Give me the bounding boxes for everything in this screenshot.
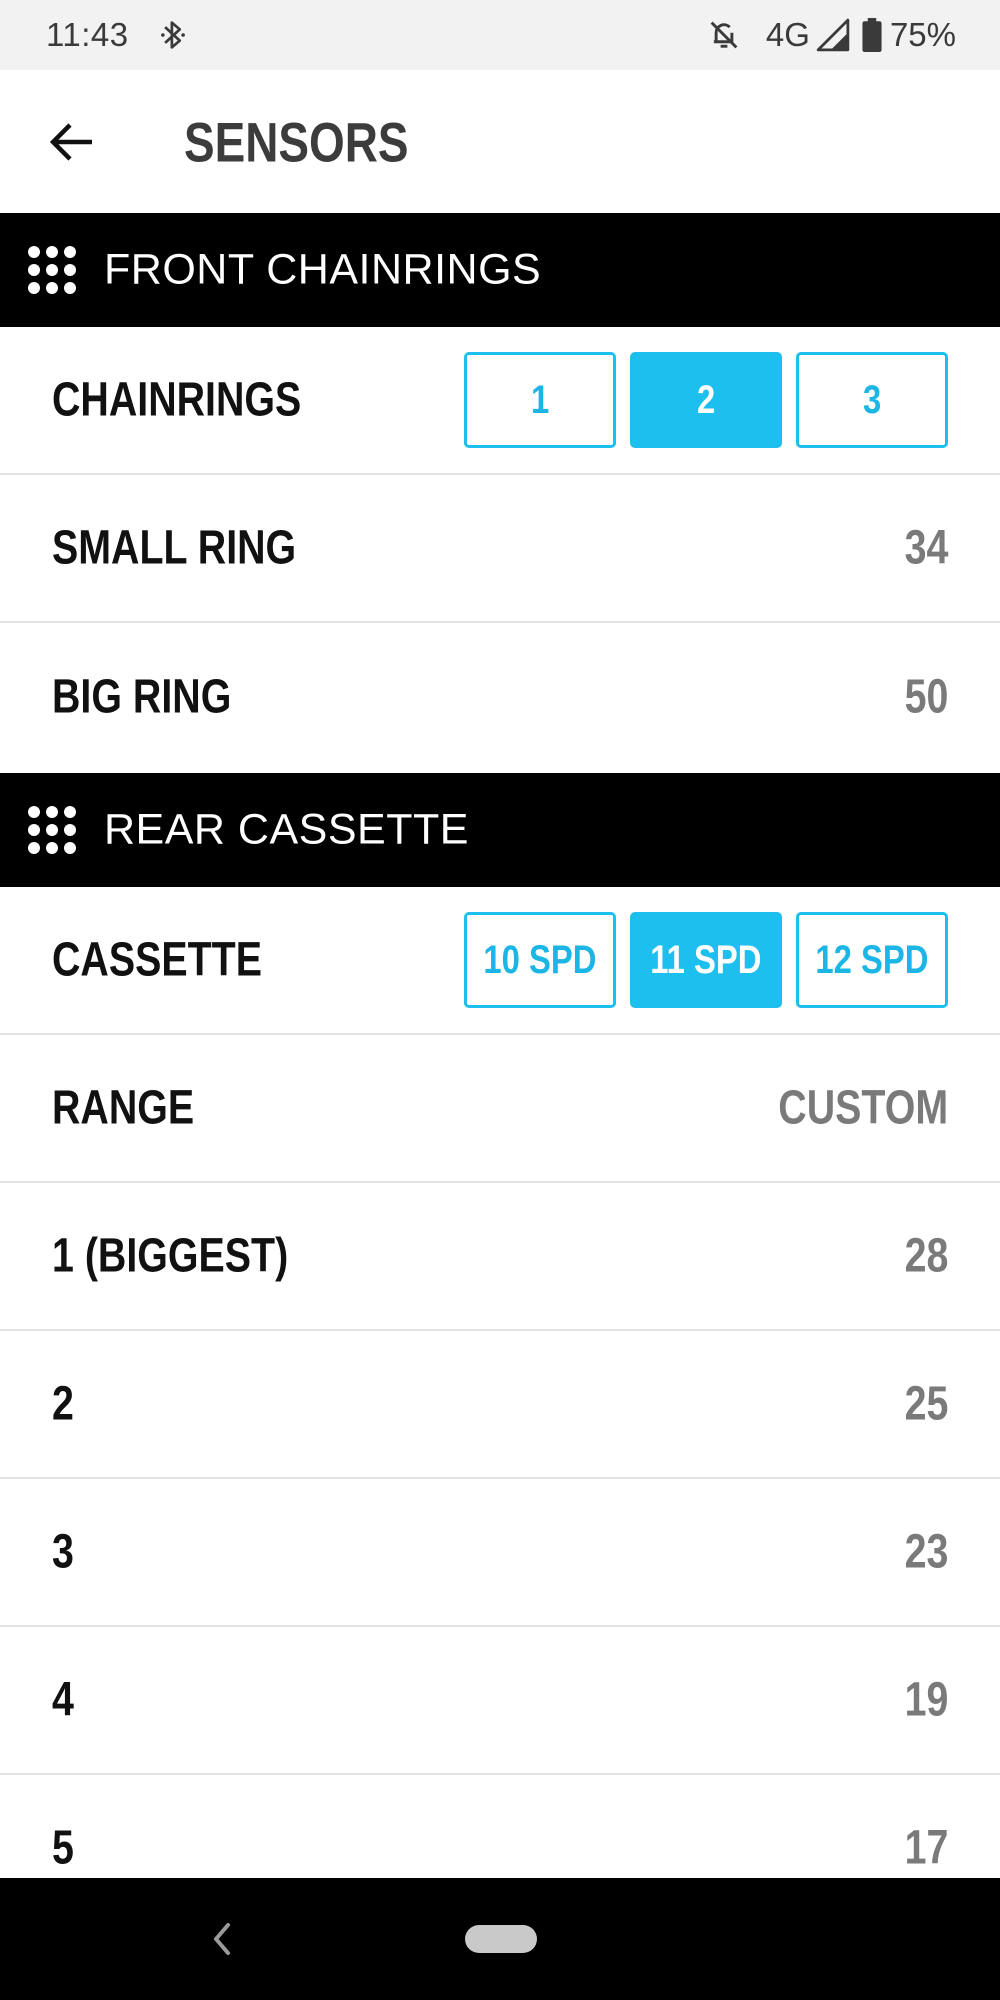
cog-row-1[interactable]: 1 (BIGGEST) 28 [0, 1183, 1000, 1331]
cog-label: 2 [52, 1377, 74, 1431]
cassette-selector: 10 SPD 11 SPD 12 SPD [450, 912, 948, 1008]
section-title: REAR CASSETTE [104, 805, 469, 854]
big-ring-value: 50 [904, 670, 948, 724]
battery-icon [862, 18, 882, 52]
nav-back-icon[interactable] [206, 1919, 236, 1959]
back-button[interactable] [44, 114, 100, 170]
cog-row-3[interactable]: 3 23 [0, 1479, 1000, 1627]
cog-label: 5 [52, 1821, 74, 1875]
small-ring-row[interactable]: SMALL RING 34 [0, 475, 1000, 623]
chainrings-option-2[interactable]: 2 [630, 352, 782, 448]
range-label: RANGE [52, 1081, 195, 1135]
chainrings-label: CHAINRINGS [52, 373, 302, 427]
cog-value: 23 [904, 1525, 948, 1579]
cassette-option-10spd[interactable]: 10 SPD [464, 912, 616, 1008]
nav-home-pill[interactable] [465, 1925, 537, 1953]
system-nav-bar [0, 1878, 1000, 2000]
drag-handle-icon[interactable] [26, 244, 78, 296]
cassette-option-12spd[interactable]: 12 SPD [796, 912, 948, 1008]
cog-row-2[interactable]: 2 25 [0, 1331, 1000, 1479]
app-bar: SENSORS [0, 70, 1000, 213]
status-time: 11:43 [46, 16, 129, 53]
status-bar: 11:43 4G 75% [0, 0, 1000, 70]
signal-icon [816, 18, 850, 52]
cog-label: 1 (BIGGEST) [52, 1229, 289, 1283]
big-ring-row[interactable]: BIG RING 50 [0, 623, 1000, 771]
section-header-front-chainrings: FRONT CHAINRINGS [0, 213, 1000, 327]
cog-value: 19 [904, 1673, 948, 1727]
big-ring-label: BIG RING [52, 670, 232, 724]
range-row[interactable]: RANGE CUSTOM [0, 1035, 1000, 1183]
small-ring-value: 34 [904, 521, 948, 575]
cog-value: 25 [904, 1377, 948, 1431]
status-bar-right: 4G 75% [706, 16, 956, 54]
small-ring-label: SMALL RING [52, 521, 297, 575]
cassette-row: CASSETTE 10 SPD 11 SPD 12 SPD [0, 887, 1000, 1035]
section-title: FRONT CHAINRINGS [104, 245, 542, 294]
chainrings-option-3[interactable]: 3 [796, 352, 948, 448]
mute-icon [710, 21, 738, 49]
cog-label: 3 [52, 1525, 74, 1579]
chainrings-option-1[interactable]: 1 [464, 352, 616, 448]
section-header-rear-cassette: REAR CASSETTE [0, 773, 1000, 887]
chainrings-selector: 1 2 3 [450, 352, 948, 448]
cog-value: 17 [904, 1821, 948, 1875]
range-value: CUSTOM [778, 1081, 948, 1135]
page-title: SENSORS [184, 110, 409, 173]
cassette-option-11spd[interactable]: 11 SPD [630, 912, 782, 1008]
battery-level: 75% [889, 16, 956, 53]
network-type: 4G [765, 16, 810, 53]
arrow-left-icon [50, 122, 92, 161]
cog-row-4[interactable]: 4 19 [0, 1627, 1000, 1775]
cassette-label: CASSETTE [52, 933, 262, 987]
status-bar-left: 11:43 [46, 16, 187, 54]
chainrings-row: CHAINRINGS 1 2 3 [0, 327, 1000, 475]
cog-value: 28 [904, 1229, 948, 1283]
drag-handle-icon[interactable] [26, 804, 78, 856]
cog-label: 4 [52, 1673, 74, 1727]
bluetooth-icon [160, 21, 185, 49]
